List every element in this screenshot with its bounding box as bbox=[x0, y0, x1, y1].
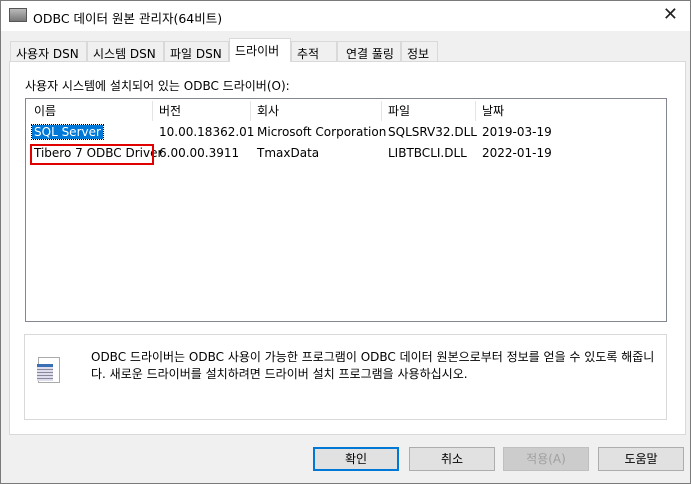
driver-version: 6.00.00.3911 bbox=[159, 146, 240, 160]
column-header-name[interactable]: 이름 bbox=[34, 102, 56, 119]
tab-connection-pooling[interactable]: 연결 풀링 bbox=[337, 41, 401, 62]
info-box: ODBC 드라이버는 ODBC 사용이 가능한 프로그램이 ODBC 데이터 원… bbox=[24, 334, 667, 420]
odbc-admin-window: ODBC 데이터 원본 관리자(64비트) ✕ 사용자 DSN 시스템 DSN … bbox=[0, 0, 691, 484]
tab-tracing[interactable]: 추적 bbox=[291, 41, 337, 62]
info-text: ODBC 드라이버는 ODBC 사용이 가능한 프로그램이 ODBC 데이터 원… bbox=[91, 350, 655, 381]
apply-button[interactable]: 적용(A) bbox=[503, 447, 589, 471]
driver-date: 2019-03-19 bbox=[482, 125, 552, 139]
help-button[interactable]: 도움말 bbox=[598, 447, 684, 471]
highlight-annotation-box bbox=[30, 144, 154, 165]
driver-date: 2022-01-19 bbox=[482, 146, 552, 160]
driver-company: Microsoft Corporation bbox=[257, 125, 387, 139]
column-divider[interactable] bbox=[475, 101, 476, 121]
close-icon[interactable]: ✕ bbox=[663, 4, 678, 25]
tab-system-dsn[interactable]: 시스템 DSN bbox=[87, 41, 164, 62]
driver-company: TmaxData bbox=[257, 146, 320, 160]
column-header-file[interactable]: 파일 bbox=[388, 102, 410, 119]
column-header-date[interactable]: 날짜 bbox=[482, 102, 504, 119]
driver-name[interactable]: SQL Server bbox=[31, 124, 104, 140]
title-bar: ODBC 데이터 원본 관리자(64비트) ✕ bbox=[1, 1, 690, 31]
drivers-list[interactable]: 이름 버전 회사 파일 날짜 SQL Server 10.00.18362.01… bbox=[25, 98, 667, 322]
window-title: ODBC 데이터 원본 관리자(64비트) bbox=[33, 11, 223, 26]
column-divider[interactable] bbox=[250, 101, 251, 121]
odbc-app-icon bbox=[9, 8, 27, 22]
driver-file: LIBTBCLI.DLL bbox=[388, 146, 467, 160]
drivers-list-label: 사용자 시스템에 설치되어 있는 ODBC 드라이버(O): bbox=[25, 79, 290, 93]
tab-about[interactable]: 정보 bbox=[401, 41, 438, 62]
column-divider[interactable] bbox=[152, 101, 153, 121]
cancel-button[interactable]: 취소 bbox=[409, 447, 495, 471]
tab-drivers[interactable]: 드라이버 bbox=[229, 38, 291, 62]
column-header-version[interactable]: 버전 bbox=[159, 102, 181, 119]
driver-file: SQLSRV32.DLL bbox=[388, 125, 477, 139]
column-header-company[interactable]: 회사 bbox=[257, 102, 279, 119]
tab-user-dsn[interactable]: 사용자 DSN bbox=[10, 41, 87, 62]
tab-file-dsn[interactable]: 파일 DSN bbox=[164, 41, 229, 62]
driver-document-icon bbox=[37, 357, 60, 383]
driver-version: 10.00.18362.01 bbox=[159, 125, 255, 139]
ok-button[interactable]: 확인 bbox=[313, 447, 399, 471]
column-divider[interactable] bbox=[381, 101, 382, 121]
